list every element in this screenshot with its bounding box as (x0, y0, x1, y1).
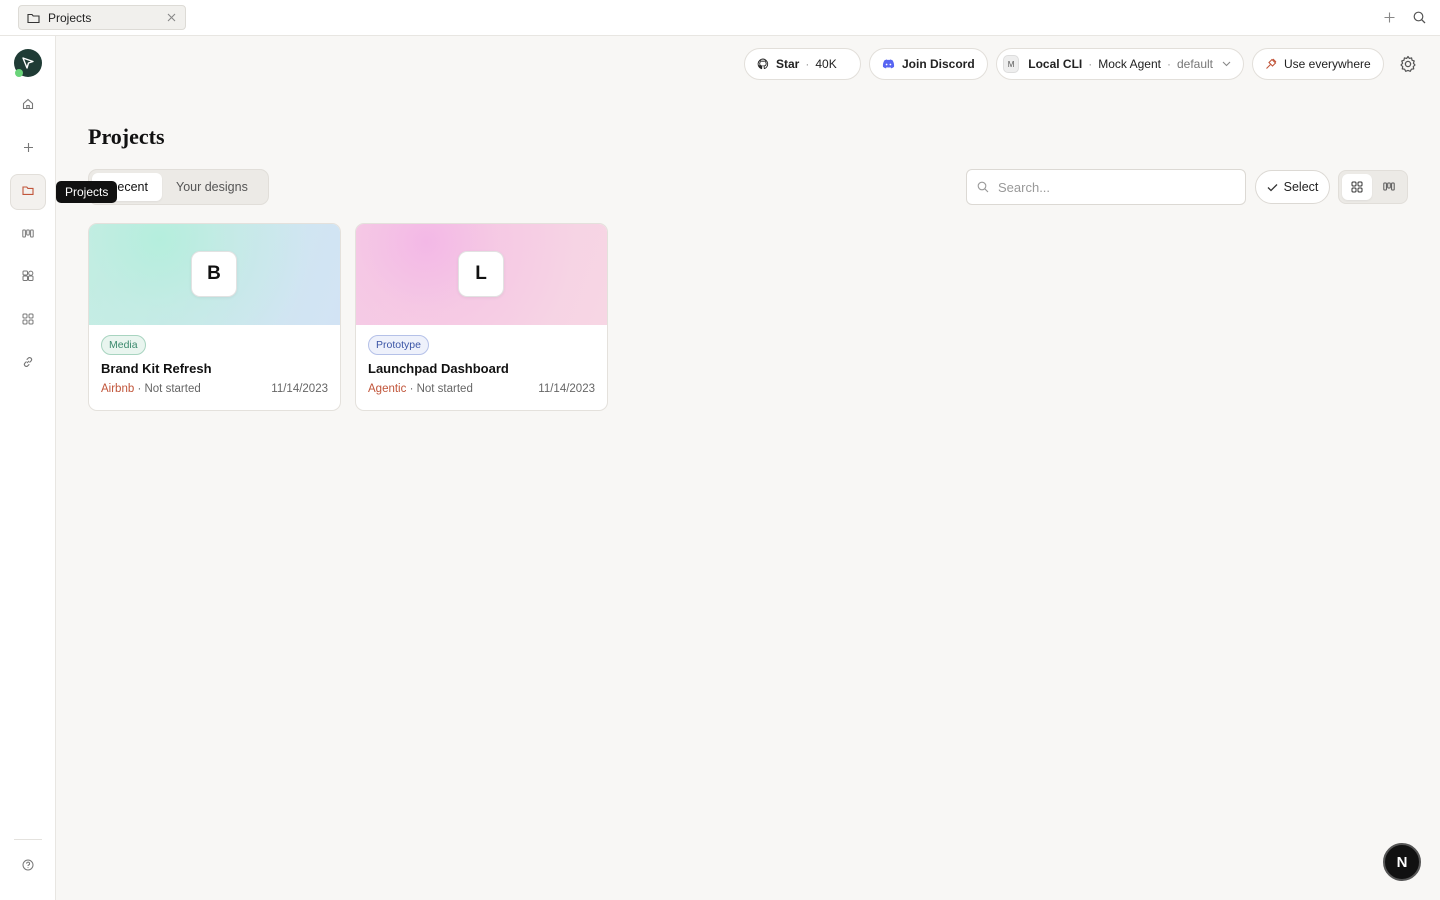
sidebar-item-grid[interactable] (10, 303, 46, 339)
tab-recent-label: ecent (117, 180, 148, 194)
kanban-icon (1383, 182, 1395, 192)
sidebar-item-board[interactable] (10, 217, 46, 253)
agent-name: Mock Agent (1098, 57, 1161, 71)
project-status: Not started (416, 383, 473, 395)
search-field (966, 169, 1246, 205)
project-brand: Airbnb (101, 383, 135, 395)
use-everywhere-label: Use everywhere (1284, 57, 1371, 71)
new-tab-icon[interactable] (1382, 10, 1396, 24)
top-tab-bar: Projects (0, 0, 1440, 36)
user-avatar[interactable]: N (1383, 843, 1421, 881)
sidebar-item-home[interactable] (10, 88, 46, 124)
category-badge: Prototype (368, 335, 429, 355)
select-button[interactable]: Select (1255, 170, 1330, 204)
kanban-icon (22, 226, 34, 244)
sidebar-item-components[interactable] (10, 260, 46, 296)
page-title: Projects (88, 124, 165, 149)
tab-your-designs-label: Your designs (176, 180, 248, 194)
agent-source: Local CLI (1028, 57, 1083, 71)
close-icon[interactable] (165, 12, 177, 24)
sidebar-item-new[interactable] (10, 131, 46, 167)
project-meta: Agentic · Not started (368, 383, 473, 395)
grid-icon (22, 312, 34, 330)
help-icon (22, 858, 34, 876)
tab-projects[interactable]: Projects (18, 5, 186, 30)
project-status: Not started (144, 383, 201, 395)
star-label: Star (776, 57, 800, 71)
sidebar-item-projects[interactable] (10, 174, 46, 210)
sidebar (0, 36, 56, 900)
settings-gear-icon[interactable] (1398, 54, 1418, 74)
plus-icon (23, 140, 34, 158)
folder-icon (27, 11, 41, 25)
agent-selector[interactable]: M Local CLI · Mock Agent · default (996, 48, 1244, 80)
project-brand: Agentic (368, 383, 407, 395)
app-logo[interactable] (14, 49, 42, 77)
github-icon (757, 58, 769, 70)
agent-avatar: M (1003, 55, 1020, 73)
project-initial: B (191, 251, 237, 297)
search-input[interactable] (998, 179, 1228, 195)
project-cover: L (356, 224, 607, 325)
select-label: Select (1283, 180, 1319, 194)
view-toggle (1338, 170, 1408, 204)
project-initial: L (458, 251, 504, 297)
discord-icon (882, 59, 895, 69)
search-icon (977, 181, 989, 193)
category-badge: Media (101, 335, 146, 355)
home-icon (22, 97, 34, 115)
plug-icon (1265, 58, 1277, 70)
grid-icon (1351, 181, 1363, 193)
sidebar-item-links[interactable] (10, 346, 46, 382)
sidebar-tooltip: Projects (56, 181, 118, 203)
link-icon (22, 355, 34, 373)
project-date: 11/14/2023 (538, 383, 595, 395)
search-icon[interactable] (1412, 10, 1426, 24)
project-card[interactable]: L Prototype Launchpad Dashboard Agentic … (355, 223, 608, 411)
tab-label: Projects (48, 10, 92, 25)
tab-your-designs[interactable]: Your designs (162, 173, 262, 201)
project-meta: Airbnb · Not started (101, 383, 201, 395)
chevron-down-icon (1222, 61, 1231, 67)
sidebar-divider (14, 839, 42, 840)
agent-profile: default (1176, 57, 1213, 71)
discord-label: Join Discord (902, 57, 975, 71)
star-count: 40K (815, 57, 837, 71)
board-view-button[interactable] (1374, 174, 1404, 200)
project-cover: B (89, 224, 340, 325)
use-everywhere-button[interactable]: Use everywhere (1252, 48, 1384, 80)
sidebar-item-help[interactable] (10, 849, 46, 885)
folder-icon (22, 183, 34, 201)
grid-view-button[interactable] (1342, 174, 1372, 200)
join-discord-button[interactable]: Join Discord (869, 48, 988, 80)
components-icon (22, 269, 34, 287)
project-date: 11/14/2023 (271, 383, 328, 395)
project-title: Launchpad Dashboard (368, 361, 509, 376)
check-icon (1267, 183, 1278, 192)
github-star-button[interactable]: Star · 40K (744, 48, 861, 80)
project-card[interactable]: B Media Brand Kit Refresh Airbnb · Not s… (88, 223, 341, 411)
project-title: Brand Kit Refresh (101, 361, 212, 376)
